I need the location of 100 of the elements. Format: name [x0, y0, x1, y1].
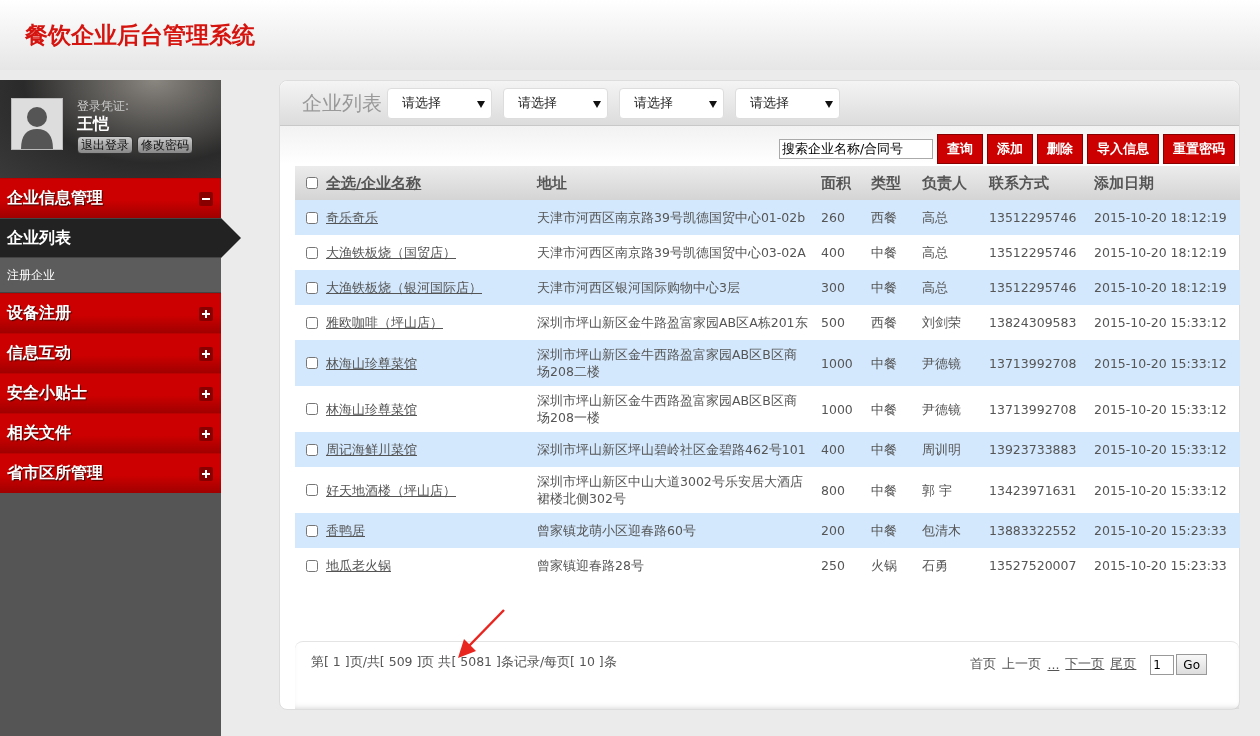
table-cell: 2015-10-20 15:33:12	[1094, 401, 1227, 417]
row-checkbox[interactable]	[306, 559, 318, 572]
expand-icon[interactable]	[199, 306, 213, 321]
table-cell: 13423971631	[989, 482, 1077, 498]
table-cell: 尹德镜	[922, 355, 961, 371]
table-cell: 中餐	[871, 355, 897, 371]
app-title: 餐饮企业后台管理系统	[25, 20, 255, 50]
table-cell: 1000	[821, 355, 853, 371]
page-input[interactable]: 1	[1150, 654, 1175, 675]
pager-link[interactable]: 下一页	[1065, 656, 1105, 673]
action-button[interactable]: 查询	[937, 134, 983, 164]
collapse-icon[interactable]	[199, 191, 213, 206]
table-cell: 中餐	[871, 245, 897, 260]
table-cell: 包清木	[922, 523, 961, 538]
row-checkbox[interactable]	[306, 403, 318, 415]
action-button[interactable]: 重置密码	[1163, 134, 1235, 164]
table-cell: 13512295746	[989, 280, 1077, 295]
menu-group-label: 信息互动	[7, 343, 71, 364]
table-cell: 周训明	[922, 442, 961, 457]
expand-icon[interactable]	[199, 386, 213, 401]
table-cell: 深圳市坪山新区金牛西路盈富家园AB区B区商场208二楼	[537, 347, 797, 379]
company-link[interactable]: 雅欧咖啡（坪山店）	[326, 314, 443, 331]
menu-group[interactable]: 企业信息管理	[0, 178, 221, 218]
company-link[interactable]: 大渔铁板烧（国贸店）	[326, 244, 456, 261]
action-button[interactable]: 添加	[987, 134, 1033, 164]
account-button[interactable]: 修改密码	[137, 136, 193, 154]
select-all-checkbox[interactable]	[306, 177, 318, 189]
menu-group[interactable]: 省市区所管理	[0, 453, 221, 493]
table-cell: 500	[821, 315, 845, 330]
menu-group[interactable]: 信息互动	[0, 333, 221, 373]
company-link[interactable]: 好天地酒楼（坪山店）	[326, 481, 456, 499]
expand-icon[interactable]	[199, 346, 213, 361]
company-link[interactable]: 林海山珍尊菜馆	[326, 354, 417, 372]
row-checkbox[interactable]	[306, 281, 318, 294]
column-header: 类型	[871, 174, 901, 191]
company-link[interactable]: 周记海鲜川菜馆	[326, 441, 417, 458]
company-link[interactable]: 香鸭居	[326, 522, 365, 539]
table-cell: 西餐	[871, 210, 897, 225]
menu-group-label: 设备注册	[7, 303, 71, 324]
table-cell: 400	[821, 245, 845, 260]
row-checkbox[interactable]	[306, 443, 318, 456]
row-checkbox[interactable]	[306, 524, 318, 537]
menu-group[interactable]: 相关文件	[0, 413, 221, 453]
expand-icon[interactable]	[199, 466, 213, 481]
user-name: 王恺	[77, 115, 110, 133]
filter-dropdown[interactable]: 请选择	[619, 87, 724, 119]
company-link[interactable]: 奇乐奇乐	[326, 209, 378, 226]
table-cell: 中餐	[871, 401, 897, 417]
menu-item[interactable]: 注册企业	[0, 258, 221, 293]
table-cell: 深圳市坪山新区坪山碧岭社区金碧路462号101	[537, 442, 806, 457]
action-button[interactable]: 导入信息	[1087, 134, 1159, 164]
table-cell: 高总	[922, 245, 948, 260]
column-header: 面积	[821, 174, 851, 191]
menu-group-label: 相关文件	[7, 423, 71, 444]
account-button[interactable]: 退出登录	[77, 136, 133, 154]
table-cell: 深圳市坪山新区中山大道3002号乐安居大酒店裙楼北侧302号	[537, 474, 803, 506]
expand-icon[interactable]	[199, 426, 213, 441]
table-cell: 石勇	[922, 558, 948, 573]
table-cell: 2015-10-20 15:33:12	[1094, 315, 1227, 330]
filter-dropdown[interactable]: 请选择	[503, 87, 608, 119]
row-checkbox[interactable]	[306, 316, 318, 329]
table-cell: 火锅	[871, 558, 897, 573]
company-link[interactable]: 地瓜老火锅	[326, 557, 391, 574]
menu-group-label: 安全小贴士	[7, 383, 87, 404]
panel-title: 企业列表	[302, 89, 382, 117]
table-cell: 13512295746	[989, 210, 1077, 225]
table-cell: 刘剑荣	[922, 315, 961, 330]
menu-group[interactable]: 安全小贴士	[0, 373, 221, 413]
action-button[interactable]: 删除	[1037, 134, 1083, 164]
table-cell: 曾家镇龙萌小区迎春路60号	[537, 523, 696, 538]
filter-dropdown[interactable]: 请选择	[387, 87, 492, 119]
table-cell: 中餐	[871, 280, 897, 295]
table-cell: 2015-10-20 18:12:19	[1094, 210, 1227, 225]
table-cell: 400	[821, 442, 845, 457]
table-cell: 2015-10-20 18:12:19	[1094, 280, 1227, 295]
table-cell: 1000	[821, 401, 853, 417]
table-cell: 300	[821, 280, 845, 295]
table-cell: 13713992708	[989, 401, 1077, 417]
pager-link[interactable]: ...	[1047, 657, 1060, 672]
table-cell: 高总	[922, 280, 948, 295]
table-cell: 260	[821, 210, 845, 225]
row-checkbox[interactable]	[306, 484, 318, 496]
table-cell: 13824309583	[989, 315, 1077, 330]
table-cell: 2015-10-20 15:33:12	[1094, 442, 1227, 457]
table-cell: 深圳市坪山新区金牛路盈富家园AB区A栋201东	[537, 315, 808, 330]
table-cell: 2015-10-20 15:33:12	[1094, 355, 1227, 371]
company-link[interactable]: 林海山珍尊菜馆	[326, 400, 417, 418]
table-cell: 高总	[922, 210, 948, 225]
row-checkbox[interactable]	[306, 211, 318, 224]
table-cell: 13527520007	[989, 558, 1077, 573]
search-field[interactable]: 搜索企业名称/合同号	[779, 139, 933, 159]
filter-dropdown[interactable]: 请选择	[735, 87, 840, 119]
row-checkbox[interactable]	[306, 246, 318, 259]
go-button[interactable]: Go	[1176, 654, 1207, 675]
column-header: 负责人	[922, 174, 967, 191]
row-checkbox[interactable]	[306, 357, 318, 369]
menu-group[interactable]: 设备注册	[0, 293, 221, 333]
pager-link[interactable]: 尾页	[1110, 656, 1137, 673]
table-cell: 250	[821, 558, 845, 573]
table-cell: 13512295746	[989, 245, 1077, 260]
